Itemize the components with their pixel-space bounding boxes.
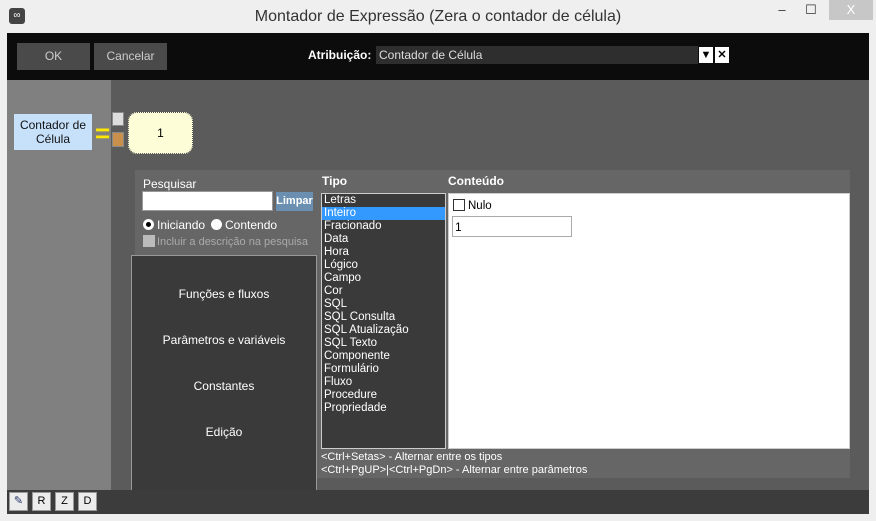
search-label: Pesquisar (143, 177, 197, 191)
expression-value[interactable]: 1 (128, 112, 193, 154)
radio-label: Iniciando (157, 218, 206, 232)
radio-starting[interactable]: Iniciando (143, 218, 205, 232)
content-area: Nulo (448, 193, 850, 449)
type-item[interactable]: Hora (322, 246, 445, 259)
checkbox-icon (143, 235, 155, 247)
type-item[interactable]: SQL Consulta (322, 311, 445, 324)
null-label: Nulo (468, 200, 492, 212)
bottom-bar (7, 490, 869, 514)
nav-edit[interactable]: Edição (132, 425, 316, 439)
category-nav: Funções e fluxos Parâmetros e variáveis … (131, 255, 317, 496)
attribution-label: Atribuição: (308, 48, 372, 62)
edit-icon[interactable]: ✎ (9, 492, 28, 511)
d-button[interactable]: D (78, 492, 97, 511)
radio-containing[interactable]: Contendo (211, 218, 277, 232)
type-item[interactable]: Propriedade (322, 402, 445, 415)
minimize-button[interactable]: ‒ (768, 0, 796, 20)
copy-icon[interactable] (112, 112, 124, 126)
include-description-checkbox[interactable]: Incluir a descrição na pesquisa (143, 235, 308, 248)
checkbox-label: Incluir a descrição na pesquisa (157, 236, 309, 248)
clear-attribution-icon[interactable]: ✕ (715, 47, 729, 63)
radio-icon (143, 219, 154, 230)
window-title: Montador de Expressão (Zera o contador d… (254, 8, 622, 25)
close-button[interactable]: X (829, 0, 873, 20)
type-item[interactable]: Inteiro (322, 207, 445, 220)
type-item[interactable]: SQL (322, 298, 445, 311)
maximize-button[interactable]: ☐ (797, 0, 825, 20)
type-item[interactable]: Fluxo (322, 376, 445, 389)
app-icon: ∞ (9, 8, 25, 24)
type-item[interactable]: Cor (322, 285, 445, 298)
nav-functions[interactable]: Funções e fluxos (132, 287, 316, 301)
type-item[interactable]: Campo (322, 272, 445, 285)
equals-sign: = (95, 118, 111, 148)
type-item[interactable]: Formulário (322, 363, 445, 376)
target-field[interactable]: Contador de Célula (14, 114, 92, 150)
type-item[interactable]: Fracionado (322, 220, 445, 233)
conteudo-header: Conteúdo (448, 174, 504, 188)
z-button[interactable]: Z (55, 492, 74, 511)
chevron-down-icon[interactable]: ▼ (699, 47, 713, 63)
value-input[interactable] (452, 216, 572, 237)
type-item[interactable]: Data (322, 233, 445, 246)
hint-params: <Ctrl+PgUP>|<Ctrl+PgDn> - Alternar entre… (321, 464, 588, 476)
r-button[interactable]: R (32, 492, 51, 511)
paste-icon[interactable] (112, 132, 124, 147)
ok-button[interactable]: OK (17, 43, 90, 70)
radio-label: Contendo (225, 218, 278, 232)
type-item[interactable]: Componente (322, 350, 445, 363)
search-input[interactable] (142, 191, 273, 211)
type-item[interactable]: SQL Texto (322, 337, 445, 350)
hint-types: <Ctrl+Setas> - Alternar entre os tipos (321, 451, 503, 463)
nav-constants[interactable]: Constantes (132, 379, 316, 393)
type-item[interactable]: Procedure (322, 389, 445, 402)
cancel-button[interactable]: Cancelar (94, 43, 167, 70)
type-item[interactable]: Lógico (322, 259, 445, 272)
type-list[interactable]: Letras Inteiro Fracionado Data Hora Lógico Cam… (321, 193, 446, 449)
checkbox-icon (453, 199, 465, 211)
clear-button[interactable]: Limpar (276, 192, 313, 211)
radio-icon (211, 219, 222, 230)
type-item[interactable]: SQL Atualização (322, 324, 445, 337)
tipo-header: Tipo (322, 174, 348, 188)
type-item[interactable]: Letras (322, 194, 445, 207)
nav-parameters[interactable]: Parâmetros e variáveis (132, 333, 316, 347)
null-checkbox[interactable]: Nulo (453, 199, 492, 212)
attribution-select[interactable]: Contador de Célula (376, 46, 698, 64)
